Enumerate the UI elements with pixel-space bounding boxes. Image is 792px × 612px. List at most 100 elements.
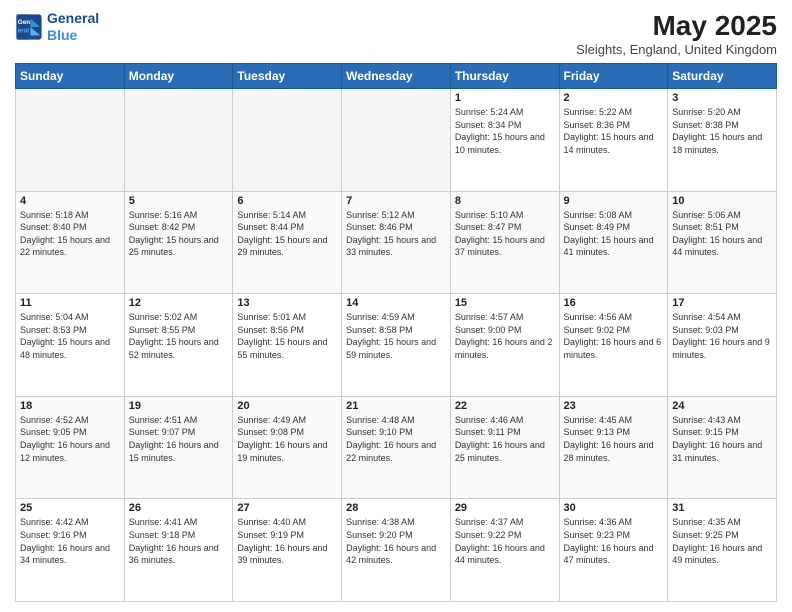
weekday-header-wednesday: Wednesday [342, 64, 451, 89]
day-detail: Sunrise: 5:01 AMSunset: 8:56 PMDaylight:… [237, 311, 337, 361]
logo-line1: General [47, 10, 99, 27]
day-detail: Sunrise: 4:49 AMSunset: 9:08 PMDaylight:… [237, 414, 337, 464]
calendar-cell: 31 Sunrise: 4:35 AMSunset: 9:25 PMDayligh… [668, 499, 777, 602]
calendar-cell: 26 Sunrise: 4:41 AMSunset: 9:18 PMDayligh… [124, 499, 233, 602]
day-number: 4 [20, 195, 120, 207]
month-year: May 2025 [576, 10, 777, 42]
calendar-cell: 20 Sunrise: 4:49 AMSunset: 9:08 PMDayligh… [233, 396, 342, 499]
day-number: 6 [237, 195, 337, 207]
day-detail: Sunrise: 4:59 AMSunset: 8:58 PMDaylight:… [346, 311, 446, 361]
calendar-cell: 24Sunrise: 4:43 AMSunset: 9:15 PMDayligh… [668, 396, 777, 499]
calendar-cell: 7 Sunrise: 5:12 AMSunset: 8:46 PMDaylight… [342, 191, 451, 294]
calendar-cell [124, 89, 233, 192]
weekday-header-saturday: Saturday [668, 64, 777, 89]
calendar-cell: 15 Sunrise: 4:57 AMSunset: 9:00 PMDayligh… [450, 294, 559, 397]
day-detail: Sunrise: 4:42 AMSunset: 9:16 PMDaylight:… [20, 516, 120, 566]
week-row-3: 11 Sunrise: 5:04 AMSunset: 8:53 PMDayligh… [16, 294, 777, 397]
week-row-1: 1Sunrise: 5:24 AMSunset: 8:34 PMDaylight… [16, 89, 777, 192]
day-detail: Sunrise: 4:52 AMSunset: 9:05 PMDaylight:… [20, 414, 120, 464]
day-detail: Sunrise: 4:48 AMSunset: 9:10 PMDaylight:… [346, 414, 446, 464]
calendar-cell: 18 Sunrise: 4:52 AMSunset: 9:05 PMDayligh… [16, 396, 125, 499]
logo-icon: Gen eral [15, 13, 43, 41]
day-detail: Sunrise: 4:38 AMSunset: 9:20 PMDaylight:… [346, 516, 446, 566]
day-detail: Sunrise: 4:57 AMSunset: 9:00 PMDaylight:… [455, 311, 555, 361]
day-number: 13 [237, 297, 337, 309]
svg-text:Gen: Gen [18, 19, 30, 26]
calendar-cell: 17 Sunrise: 4:54 AMSunset: 9:03 PMDayligh… [668, 294, 777, 397]
day-detail: Sunrise: 5:06 AMSunset: 8:51 PMDaylight:… [672, 209, 772, 259]
day-detail: Sunrise: 5:10 AMSunset: 8:47 PMDaylight:… [455, 209, 555, 259]
day-detail: Sunrise: 4:56 AMSunset: 9:02 PMDaylight:… [564, 311, 664, 361]
weekday-header-monday: Monday [124, 64, 233, 89]
calendar-cell: 6 Sunrise: 5:14 AMSunset: 8:44 PMDaylight… [233, 191, 342, 294]
day-detail: Sunrise: 5:16 AMSunset: 8:42 PMDaylight:… [129, 209, 229, 259]
calendar-cell: 11 Sunrise: 5:04 AMSunset: 8:53 PMDayligh… [16, 294, 125, 397]
logo: Gen eral General Blue [15, 10, 99, 44]
weekday-header-sunday: Sunday [16, 64, 125, 89]
calendar-cell: 12Sunrise: 5:02 AMSunset: 8:55 PMDayligh… [124, 294, 233, 397]
calendar-cell [16, 89, 125, 192]
day-number: 12 [129, 297, 229, 309]
day-number: 11 [20, 297, 120, 309]
day-number: 8 [455, 195, 555, 207]
calendar-cell: 22 Sunrise: 4:46 AMSunset: 9:11 PMDayligh… [450, 396, 559, 499]
day-number: 30 [564, 502, 664, 514]
calendar-cell: 25 Sunrise: 4:42 AMSunset: 9:16 PMDayligh… [16, 499, 125, 602]
calendar-cell: 30 Sunrise: 4:36 AMSunset: 9:23 PMDayligh… [559, 499, 668, 602]
calendar-cell: 1Sunrise: 5:24 AMSunset: 8:34 PMDaylight… [450, 89, 559, 192]
day-detail: Sunrise: 4:37 AMSunset: 9:22 PMDaylight:… [455, 516, 555, 566]
calendar-cell: 5 Sunrise: 5:16 AMSunset: 8:42 PMDaylight… [124, 191, 233, 294]
day-number: 5 [129, 195, 229, 207]
day-number: 25 [20, 502, 120, 514]
day-number: 2 [564, 92, 664, 104]
svg-text:eral: eral [18, 27, 29, 34]
calendar-cell: 14 Sunrise: 4:59 AMSunset: 8:58 PMDayligh… [342, 294, 451, 397]
day-detail: Sunrise: 5:20 AMSunset: 8:38 PMDaylight:… [672, 106, 772, 156]
day-number: 18 [20, 400, 120, 412]
day-detail: Sunrise: 4:41 AMSunset: 9:18 PMDaylight:… [129, 516, 229, 566]
calendar-cell: 9Sunrise: 5:08 AMSunset: 8:49 PMDaylight… [559, 191, 668, 294]
calendar-cell: 19Sunrise: 4:51 AMSunset: 9:07 PMDayligh… [124, 396, 233, 499]
calendar-cell: 4Sunrise: 5:18 AMSunset: 8:40 PMDaylight… [16, 191, 125, 294]
day-number: 23 [564, 400, 664, 412]
logo-line2: Blue [47, 27, 77, 43]
weekday-header-thursday: Thursday [450, 64, 559, 89]
calendar-cell: 3Sunrise: 5:20 AMSunset: 8:38 PMDaylight… [668, 89, 777, 192]
calendar-cell [342, 89, 451, 192]
calendar-cell: 2 Sunrise: 5:22 AMSunset: 8:36 PMDaylight… [559, 89, 668, 192]
week-row-4: 18 Sunrise: 4:52 AMSunset: 9:05 PMDayligh… [16, 396, 777, 499]
day-number: 22 [455, 400, 555, 412]
calendar-cell: 21 Sunrise: 4:48 AMSunset: 9:10 PMDayligh… [342, 396, 451, 499]
day-detail: Sunrise: 4:45 AMSunset: 9:13 PMDaylight:… [564, 414, 664, 464]
day-detail: Sunrise: 4:35 AMSunset: 9:25 PMDaylight:… [672, 516, 772, 566]
day-number: 26 [129, 502, 229, 514]
calendar-cell: 16Sunrise: 4:56 AMSunset: 9:02 PMDayligh… [559, 294, 668, 397]
weekday-header-tuesday: Tuesday [233, 64, 342, 89]
day-detail: Sunrise: 5:14 AMSunset: 8:44 PMDaylight:… [237, 209, 337, 259]
calendar-cell: 8 Sunrise: 5:10 AMSunset: 8:47 PMDaylight… [450, 191, 559, 294]
day-number: 15 [455, 297, 555, 309]
day-detail: Sunrise: 5:12 AMSunset: 8:46 PMDaylight:… [346, 209, 446, 259]
day-number: 1 [455, 92, 555, 104]
day-number: 17 [672, 297, 772, 309]
day-number: 21 [346, 400, 446, 412]
calendar-cell: 10Sunrise: 5:06 AMSunset: 8:51 PMDayligh… [668, 191, 777, 294]
day-number: 7 [346, 195, 446, 207]
day-number: 14 [346, 297, 446, 309]
day-number: 31 [672, 502, 772, 514]
day-detail: Sunrise: 5:08 AMSunset: 8:49 PMDaylight:… [564, 209, 664, 259]
day-detail: Sunrise: 4:36 AMSunset: 9:23 PMDaylight:… [564, 516, 664, 566]
day-detail: Sunrise: 5:22 AMSunset: 8:36 PMDaylight:… [564, 106, 664, 156]
day-detail: Sunrise: 4:40 AMSunset: 9:19 PMDaylight:… [237, 516, 337, 566]
day-number: 19 [129, 400, 229, 412]
week-row-2: 4Sunrise: 5:18 AMSunset: 8:40 PMDaylight… [16, 191, 777, 294]
day-detail: Sunrise: 4:46 AMSunset: 9:11 PMDaylight:… [455, 414, 555, 464]
header: Gen eral General Blue May 2025 Sleights,… [15, 10, 777, 57]
calendar-cell: 23 Sunrise: 4:45 AMSunset: 9:13 PMDayligh… [559, 396, 668, 499]
calendar-cell: 29Sunrise: 4:37 AMSunset: 9:22 PMDayligh… [450, 499, 559, 602]
weekday-header-row: SundayMondayTuesdayWednesdayThursdayFrid… [16, 64, 777, 89]
title-block: May 2025 Sleights, England, United Kingd… [576, 10, 777, 57]
day-detail: Sunrise: 5:04 AMSunset: 8:53 PMDaylight:… [20, 311, 120, 361]
day-number: 20 [237, 400, 337, 412]
day-detail: Sunrise: 4:54 AMSunset: 9:03 PMDaylight:… [672, 311, 772, 361]
